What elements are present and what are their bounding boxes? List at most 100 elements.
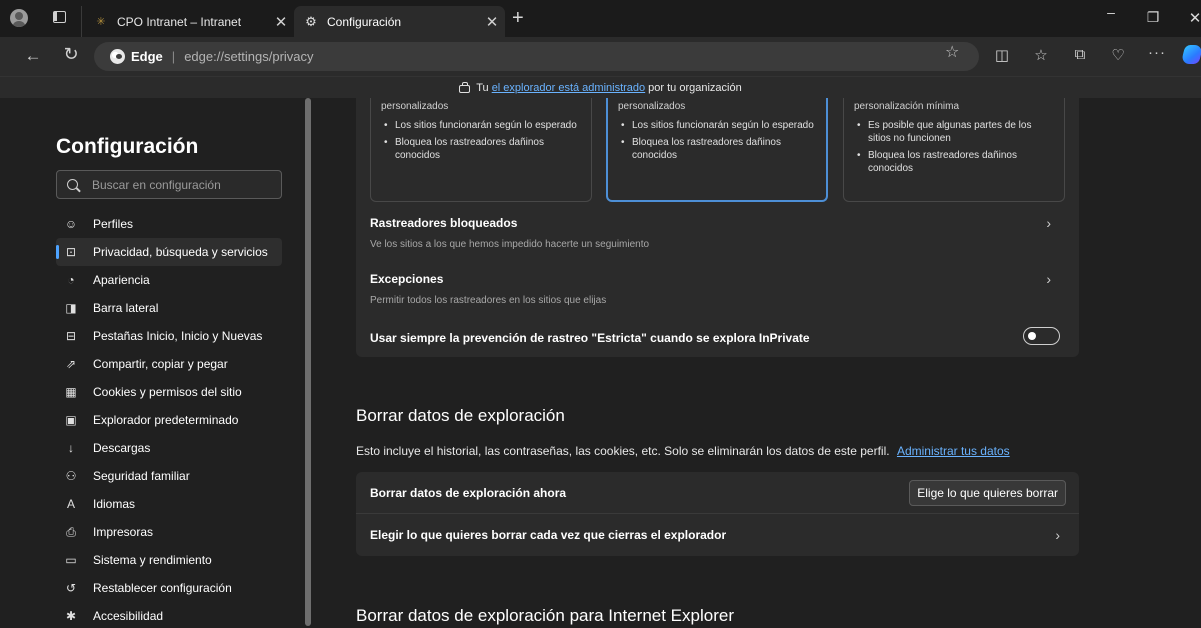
sidebar-item-explorador[interactable]: ▣ Explorador predeterminado — [56, 406, 282, 434]
blocked-trackers-row[interactable]: Rastreadores bloqueados Ve los sitios a … — [370, 215, 1065, 250]
sidebar-icon: ◨ — [65, 301, 77, 315]
strict-inprivate-toggle[interactable] — [1023, 327, 1060, 345]
tab-title: Configuración — [327, 14, 402, 29]
tracking-option-bullet: Bloquea los rastreadores dañinos conocid… — [618, 136, 816, 162]
download-icon: ↓ — [68, 441, 74, 455]
sidebar-item-perfiles[interactable]: ☺ Perfiles — [56, 210, 282, 238]
tracking-option-strict[interactable]: personalización mínima Es posible que al… — [843, 98, 1065, 202]
tracking-option-bullet: Bloquea los rastreadores dañinos conocid… — [854, 149, 1054, 175]
reload-icon[interactable]: ↻ — [61, 44, 81, 65]
avatar-icon[interactable] — [10, 9, 28, 27]
sidebar-item-seguridad-familiar[interactable]: ⚇ Seguridad familiar — [56, 462, 282, 490]
clear-now-row: Borrar datos de exploración ahora Elige … — [356, 472, 1079, 514]
sidebar-item-label: Compartir, copiar y pegar — [93, 357, 228, 371]
sidebar-scrollbar[interactable] — [304, 98, 312, 628]
browser-icon: ▣ — [65, 413, 77, 427]
copilot-icon[interactable] — [1180, 45, 1201, 64]
tracking-option-basic[interactable]: personalizados Los sitios funcionarán se… — [370, 98, 592, 202]
ie-clear-data-heading: Borrar datos de exploración para Interne… — [356, 606, 734, 625]
chevron-right-icon: › — [1055, 527, 1060, 543]
reset-icon: ↺ — [65, 581, 77, 595]
sidebar-item-label: Pestañas Inicio, Inicio y Nuevas — [93, 329, 263, 343]
tracking-option-summary: personalizados — [381, 101, 449, 112]
sidebar-item-cookies[interactable]: ▦ Cookies y permisos del sitio — [56, 378, 282, 406]
close-window-icon[interactable]: ✕ — [1185, 9, 1201, 27]
sidebar-item-label: Idiomas — [93, 497, 136, 511]
address-bar[interactable]: Edge | edge://settings/privacy — [94, 42, 979, 71]
title-bar: ✳ CPO Intranet – Intranet ✕ ⚙ Configurac… — [0, 0, 1201, 37]
ellipsis-icon[interactable]: ··· — [1146, 44, 1168, 61]
clear-data-heading: Borrar datos de exploración — [356, 406, 565, 425]
sidebar-item-label: Descargas — [93, 441, 151, 455]
restore-icon[interactable]: ❐ — [1143, 9, 1163, 26]
exceptions-row[interactable]: Excepciones Permitir todos los rastreado… — [370, 271, 1065, 306]
address-separator: | — [171, 49, 176, 64]
managed-prefix: Tu — [476, 81, 489, 94]
sidebar-item-accesibilidad[interactable]: ✱ Accesibilidad — [56, 602, 282, 628]
sidebar-item-label: Seguridad familiar — [93, 469, 190, 483]
sidebar-item-pestanas[interactable]: ⊟ Pestañas Inicio, Inicio y Nuevas — [56, 322, 282, 350]
scrollbar-thumb[interactable] — [305, 98, 311, 626]
split-screen-icon[interactable]: ◫ — [991, 46, 1013, 64]
sidebar-item-descargas[interactable]: ↓ Descargas — [56, 434, 282, 462]
tracking-option-bullet: Los sitios funcionarán según lo esperado — [381, 119, 581, 132]
tracking-option-summary: personalizados — [618, 101, 686, 112]
search-icon — [67, 179, 78, 190]
share-icon: ⇗ — [65, 357, 77, 371]
sidebar-item-label: Accesibilidad — [93, 609, 164, 623]
collections-icon[interactable]: ⧉ — [1069, 46, 1091, 63]
choose-what-to-clear-button[interactable]: Elige lo que quieres borrar — [909, 480, 1066, 506]
sidebar-item-idiomas[interactable]: A Idiomas — [56, 490, 282, 518]
clear-data-description: Esto incluye el historial, las contraseñ… — [356, 444, 1010, 458]
search-field[interactable] — [56, 170, 282, 199]
close-icon[interactable]: ✕ — [479, 13, 505, 31]
accessibility-icon: ✱ — [65, 609, 77, 623]
sidebar-item-label: Perfiles — [93, 217, 134, 231]
sidebar-item-barra-lateral[interactable]: ◨ Barra lateral — [56, 294, 282, 322]
sidebar-item-compartir[interactable]: ⇗ Compartir, copiar y pegar — [56, 350, 282, 378]
sidebar-item-label: Explorador predeterminado — [93, 413, 239, 427]
exceptions-title: Excepciones — [370, 272, 444, 286]
settings-nav: ☺ Perfiles ⊡ Privacidad, búsqueda y serv… — [56, 210, 282, 628]
manage-data-link[interactable]: Administrar tus datos — [897, 444, 1010, 458]
favorites-icon[interactable]: ☆ — [1030, 46, 1052, 64]
chevron-right-icon: › — [1046, 271, 1051, 287]
sidebar-item-apariencia[interactable]: ◔ Apariencia — [56, 266, 282, 294]
sidebar-item-privacidad[interactable]: ⊡ Privacidad, búsqueda y servicios — [56, 238, 282, 266]
tracking-option-bullet: Bloquea los rastreadores dañinos conocid… — [381, 136, 581, 162]
sidebar-item-restablecer[interactable]: ↺ Restablecer configuración — [56, 574, 282, 602]
close-icon[interactable]: ✕ — [268, 13, 294, 31]
lock-icon: ⊡ — [65, 245, 77, 259]
sidebar-item-label: Sistema y rendimiento — [93, 553, 212, 567]
gear-icon: ⚙ — [305, 13, 317, 29]
sidebar-item-label: Restablecer configuración — [93, 581, 232, 595]
strict-inprivate-title: Usar siempre la prevención de rastreo "E… — [370, 331, 810, 345]
sidebar-item-label: Barra lateral — [93, 301, 159, 315]
tab-intranet[interactable]: ✳ CPO Intranet – Intranet ✕ — [81, 6, 294, 37]
blocked-trackers-title: Rastreadores bloqueados — [370, 216, 518, 230]
edge-logo-icon — [110, 49, 125, 64]
star-icon[interactable]: ☆ — [945, 42, 959, 62]
family-icon: ⚇ — [65, 469, 77, 483]
managed-link[interactable]: el explorador está administrado — [492, 82, 645, 94]
blocked-trackers-desc: Ve los sitios a los que hemos impedido h… — [370, 239, 650, 250]
managed-suffix: por tu organización — [648, 81, 742, 94]
sidebar-item-sistema[interactable]: ▭ Sistema y rendimiento — [56, 546, 282, 574]
clear-data-desc-text: Esto incluye el historial, las contraseñ… — [356, 444, 890, 458]
minimize-icon[interactable]: ‒ — [1101, 4, 1121, 20]
home-tab-icon: ⊟ — [65, 329, 77, 343]
address-url: edge://settings/privacy — [184, 49, 314, 64]
tab-settings[interactable]: ⚙ Configuración ✕ — [294, 6, 505, 37]
tab-actions-icon[interactable] — [53, 11, 66, 23]
arrow-left-icon[interactable]: ← — [23, 46, 43, 66]
sidebar-item-impresoras[interactable]: ⎙ Impresoras — [56, 518, 282, 546]
search-input[interactable] — [92, 177, 272, 192]
plus-icon[interactable]: + — [512, 8, 524, 28]
tracking-option-bullet: Los sitios funcionarán según lo esperado — [618, 119, 816, 132]
heartbeat-icon[interactable]: ♡ — [1107, 46, 1129, 64]
tracking-option-balanced[interactable]: personalizados Los sitios funcionarán se… — [606, 98, 828, 202]
tracking-option-bullet: Es posible que algunas partes de los sit… — [854, 119, 1054, 145]
exceptions-desc: Permitir todos los rastreadores en los s… — [370, 295, 607, 306]
clear-on-close-row[interactable]: Elegir lo que quieres borrar cada vez qu… — [356, 514, 1079, 556]
strict-inprivate-row: Usar siempre la prevención de rastreo "E… — [370, 327, 1065, 345]
